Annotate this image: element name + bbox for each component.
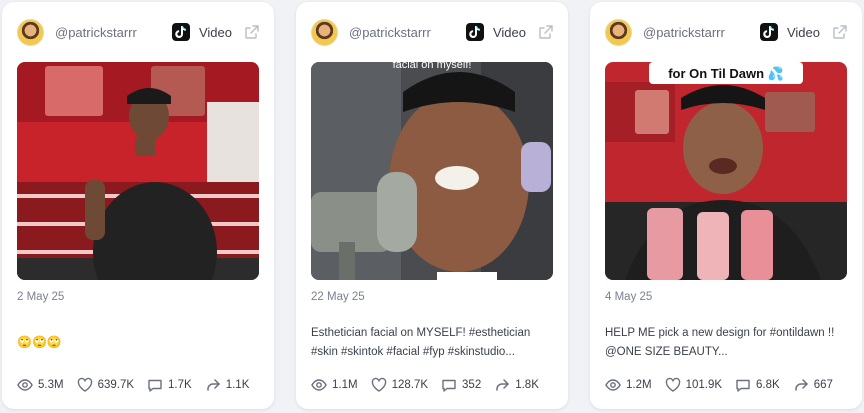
eye-icon [17, 377, 33, 393]
avatar[interactable] [311, 18, 338, 46]
comments-count: 352 [462, 379, 482, 391]
views-count: 5.3M [38, 379, 64, 391]
heart-icon [77, 377, 93, 393]
avatar[interactable] [605, 18, 632, 46]
comment-icon [735, 377, 751, 393]
tiktok-icon [171, 23, 190, 41]
overlay-text: for On Til Dawn 💦 [668, 65, 784, 82]
card-header: @patrickstarrr Video [17, 17, 260, 47]
post-card[interactable]: @patrickstarrr Video facial on myself! 2… [296, 2, 568, 409]
share-icon [494, 377, 510, 393]
shares-stat: 1.1K [205, 377, 250, 393]
post-caption: 🙄🙄🙄 [17, 335, 62, 349]
tiktok-icon [759, 23, 778, 41]
platform-label: Video [492, 24, 526, 40]
video-thumbnail[interactable]: for On Til Dawn 💦 [605, 62, 847, 280]
shares-count: 1.1K [225, 379, 250, 391]
username[interactable]: @patrickstarrr [349, 25, 431, 40]
card-header: @patrickstarrr Video [311, 17, 554, 47]
platform-label: Video [198, 24, 232, 40]
tiktok-icon [465, 23, 484, 41]
comment-icon [147, 377, 163, 393]
likes-count: 639.7K [97, 379, 135, 391]
likes-stat: 639.7K [77, 377, 134, 393]
post-date: 4 May 25 [605, 291, 653, 303]
post-caption: Esthetician facial on MYSELF! #esthetici… [311, 327, 531, 358]
card-header: @patrickstarrr Video [605, 17, 848, 47]
views-stat: 5.3M [17, 377, 64, 393]
external-link-icon[interactable] [831, 24, 848, 41]
stats-row: 1.1M 128.7K 352 1.8K [311, 376, 558, 394]
username[interactable]: @patrickstarrr [643, 25, 725, 40]
platform-label: Video [786, 24, 820, 40]
views-stat: 1.1M [311, 377, 358, 393]
eye-icon [605, 377, 621, 393]
comments-count: 1.7K [168, 379, 192, 391]
stats-row: 1.2M 101.9K 6.8K 667 [605, 376, 852, 394]
avatar[interactable] [17, 18, 44, 46]
share-icon [793, 377, 809, 393]
shares-stat: 667 [793, 377, 833, 393]
heart-icon [665, 377, 681, 393]
eye-icon [311, 377, 327, 393]
likes-stat: 128.7K [371, 377, 428, 393]
post-caption: HELP ME pick a new design for #ontildawn… [605, 327, 835, 358]
likes-count: 101.9K [685, 379, 723, 391]
external-link-icon[interactable] [243, 24, 260, 41]
comments-stat: 6.8K [735, 377, 780, 393]
post-card[interactable]: @patrickstarrr Video 2 May 25 🙄🙄🙄 5.3M 6… [2, 2, 274, 409]
post-card[interactable]: @patrickstarrr Video for On Til Dawn 💦 4… [590, 2, 862, 409]
views-stat: 1.2M [605, 377, 652, 393]
heart-icon [371, 377, 387, 393]
post-date: 2 May 25 [17, 291, 65, 303]
overlay-text: facial on myself! [393, 62, 472, 71]
comments-stat: 1.7K [147, 377, 192, 393]
likes-count: 128.7K [391, 379, 429, 391]
share-icon [205, 377, 221, 393]
shares-count: 667 [813, 379, 833, 391]
shares-stat: 1.8K [494, 377, 539, 393]
username[interactable]: @patrickstarrr [55, 25, 137, 40]
shares-count: 1.8K [515, 379, 539, 391]
stats-row: 5.3M 639.7K 1.7K 1.1K [17, 376, 264, 394]
external-link-icon[interactable] [537, 24, 554, 41]
post-date: 22 May 25 [311, 291, 365, 303]
comments-count: 6.8K [756, 379, 780, 391]
likes-stat: 101.9K [665, 377, 722, 393]
views-count: 1.2M [626, 379, 652, 391]
video-thumbnail[interactable]: facial on myself! [311, 62, 553, 280]
comments-stat: 352 [441, 377, 481, 393]
video-thumbnail[interactable] [17, 62, 259, 280]
views-count: 1.1M [332, 379, 358, 391]
comment-icon [441, 377, 457, 393]
